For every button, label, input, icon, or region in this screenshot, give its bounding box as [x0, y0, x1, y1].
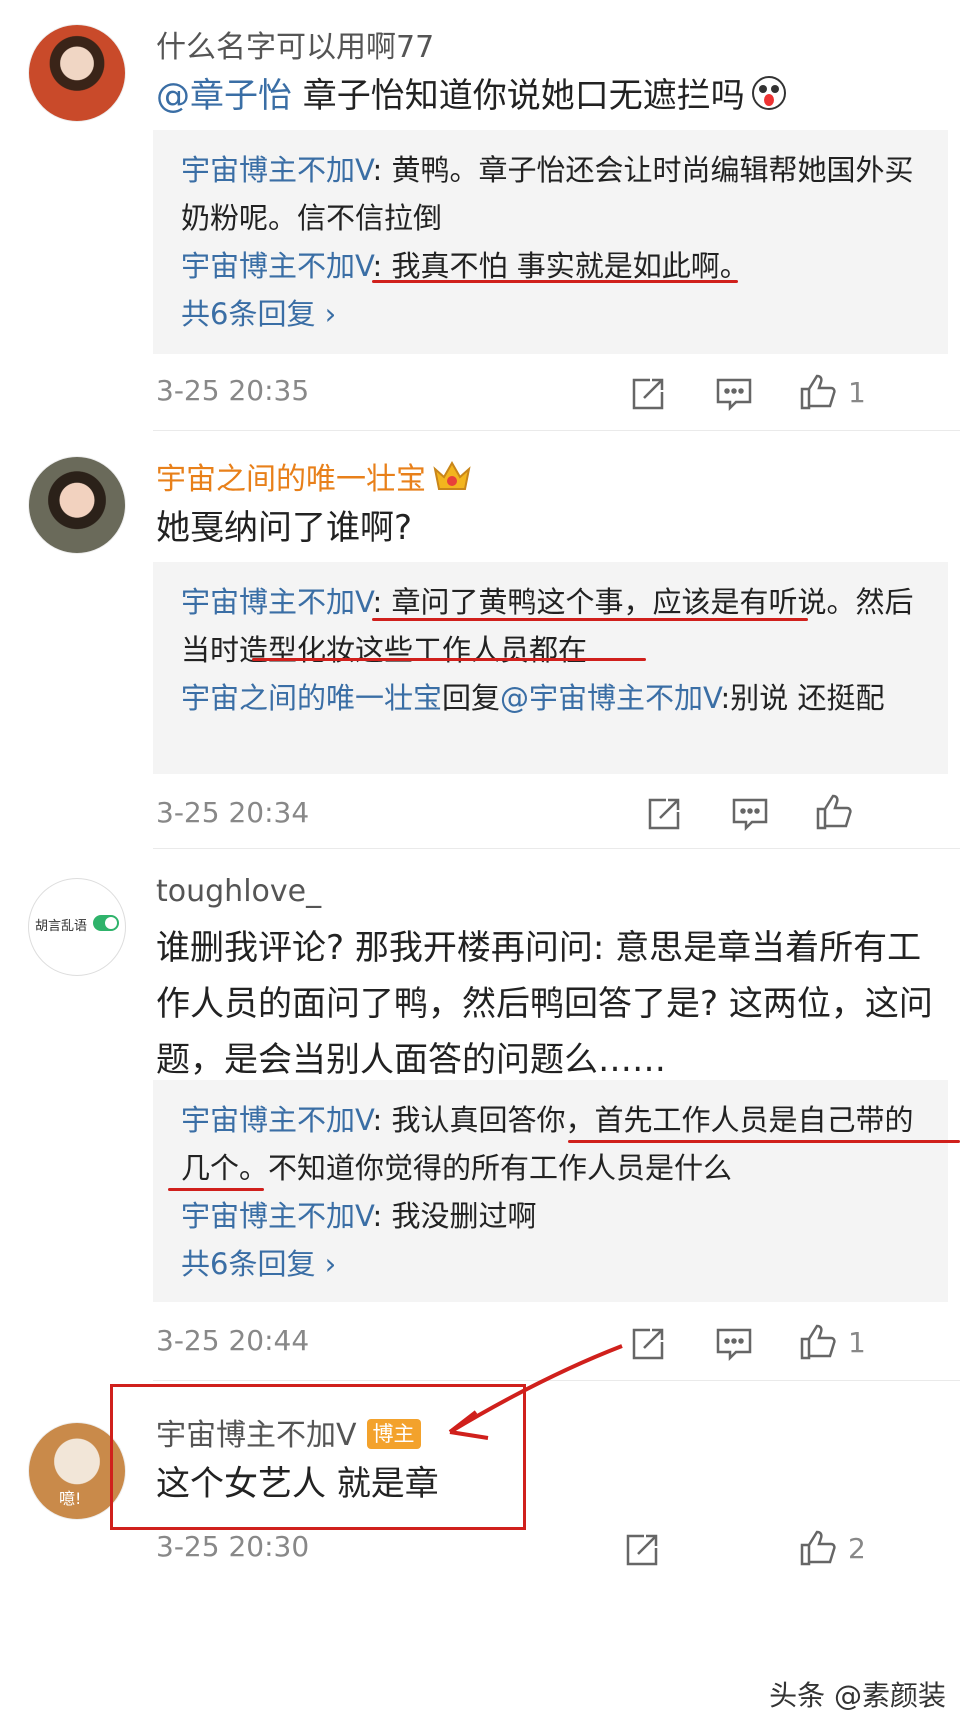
red-arrow-annotation	[448, 1344, 623, 1440]
watermark: 头条 @素颜装	[769, 1679, 946, 1712]
